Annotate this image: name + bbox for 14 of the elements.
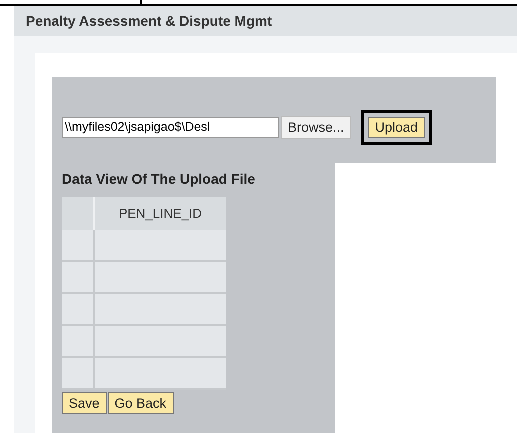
row-selector[interactable]	[62, 326, 95, 358]
action-button[interactable]: Save	[62, 392, 107, 414]
row-selector[interactable]	[62, 230, 95, 262]
page-title: Penalty Assessment & Dispute Mgmt	[14, 6, 517, 36]
action-button[interactable]: Go Back	[108, 392, 174, 414]
browse-button[interactable]: Browse...	[281, 116, 352, 138]
row-selector[interactable]	[62, 262, 95, 294]
file-path-field[interactable]: \\myfiles02\jsapigao$\Desl	[62, 116, 279, 138]
row-selector[interactable]	[62, 294, 95, 326]
column-header[interactable]: PEN_LINE_ID	[95, 197, 226, 230]
row-selector[interactable]	[62, 358, 95, 390]
section-title: Data View Of The Upload File	[62, 170, 256, 189]
upload-button[interactable]: Upload	[368, 116, 426, 138]
select-all-header[interactable]	[62, 197, 95, 230]
